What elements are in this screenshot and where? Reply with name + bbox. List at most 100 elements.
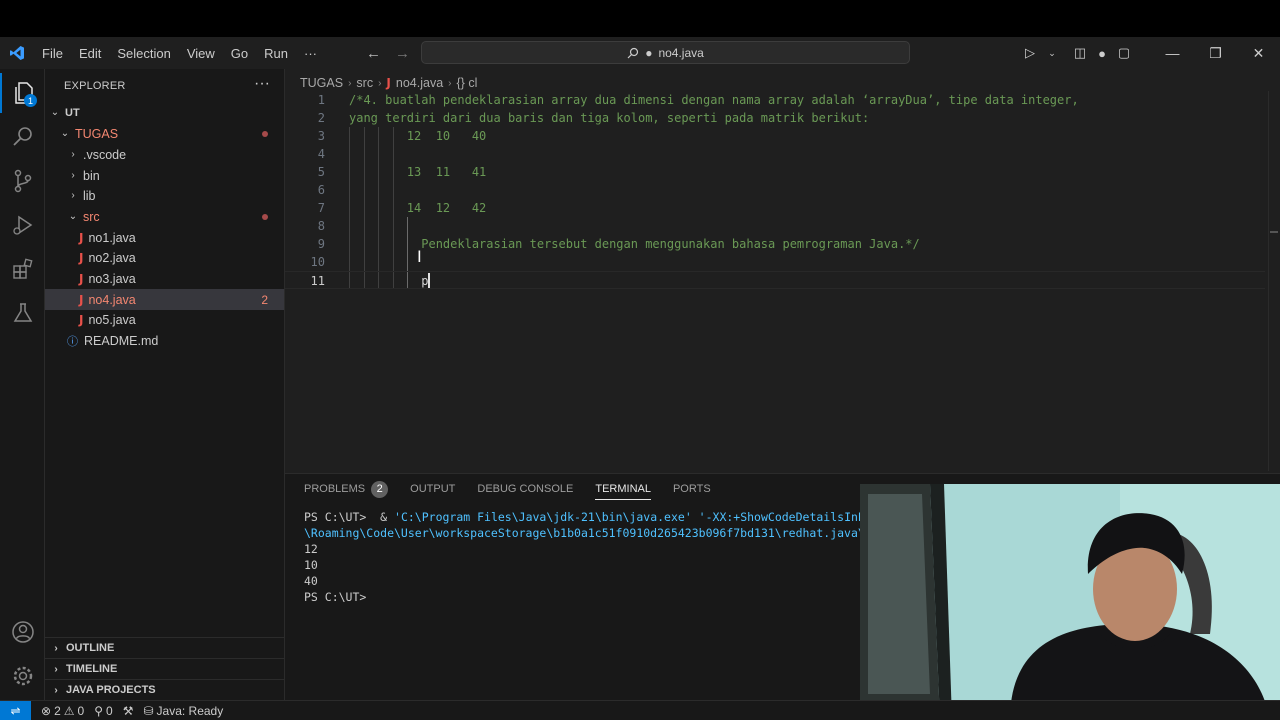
status-build[interactable]: ⚒ xyxy=(123,704,134,718)
file-no4[interactable]: J no4.java 2 xyxy=(45,289,284,310)
timeline-section[interactable]: › TIMELINE xyxy=(45,658,284,679)
restore-icon[interactable]: ❐ xyxy=(1194,45,1237,62)
file-no1[interactable]: J no1.java xyxy=(45,227,284,248)
folder-tugas-label: TUGAS xyxy=(75,126,119,141)
folder-lib[interactable]: › lib xyxy=(45,185,284,206)
line-text: Pendeklarasian tersebut dengan menggunak… xyxy=(349,237,920,251)
menu-view[interactable]: View xyxy=(179,46,223,61)
line-text: yang terdiri dari dua baris dan tiga kol… xyxy=(349,111,870,125)
video-letterbox xyxy=(0,0,1280,37)
file-no5[interactable]: J no5.java xyxy=(45,309,284,330)
ports-count: 0 xyxy=(106,703,113,718)
explorer-sidebar: EXPLORER ··· ⌄ UT ⌄ TUGAS › .vscode › bi… xyxy=(45,69,285,700)
explorer-title: EXPLORER xyxy=(64,80,126,92)
tab-debug-console[interactable]: DEBUG CONSOLE xyxy=(477,483,573,499)
workspace-root[interactable]: ⌄ UT xyxy=(45,102,284,123)
status-ports[interactable]: ⚲ 0 xyxy=(94,704,112,718)
file-no5-label: no5.java xyxy=(88,312,136,327)
menu-go[interactable]: Go xyxy=(223,46,256,61)
menu-more[interactable]: ··· xyxy=(296,46,325,61)
code-lines[interactable]: 1 /*4. buatlah pendeklarasian array dua d… xyxy=(285,91,1280,471)
outline-section[interactable]: › OUTLINE xyxy=(45,637,284,658)
code-editor[interactable]: TUGAS › src › J no4.java › {} cl 1 /*4. b… xyxy=(285,69,1280,473)
settings-gear-icon[interactable] xyxy=(0,656,45,696)
line-number: 3 xyxy=(317,129,325,143)
activity-bar: 1 xyxy=(0,69,45,700)
problems-badge: 2 xyxy=(371,480,389,498)
menu-file[interactable]: File xyxy=(34,46,71,61)
file-no3[interactable]: J no3.java xyxy=(45,268,284,289)
modified-dot xyxy=(262,130,268,137)
line-number: 4 xyxy=(317,147,325,161)
tab-output-label: OUTPUT xyxy=(410,483,456,495)
status-problems[interactable]: ⊗ 2 ⚠ 0 xyxy=(41,704,84,718)
folder-bin[interactable]: › bin xyxy=(45,165,284,186)
source-control-icon[interactable] xyxy=(0,161,45,201)
extensions-icon[interactable] xyxy=(0,249,45,289)
java-file-icon: J xyxy=(386,76,391,90)
menu-edit[interactable]: Edit xyxy=(71,46,109,61)
back-arrow-icon[interactable]: ← xyxy=(366,45,381,62)
warning-count: 0 xyxy=(77,703,85,718)
menu-selection[interactable]: Selection xyxy=(109,46,178,61)
breadcrumb-file[interactable]: no4.java xyxy=(396,76,443,90)
split-editor-icon[interactable]: ◫ xyxy=(1069,45,1091,61)
explorer-activity-icon[interactable]: 1 xyxy=(0,73,45,113)
layout-icon[interactable]: ▢ xyxy=(1113,45,1135,61)
current-line: 11 p xyxy=(285,271,1265,289)
run-icon[interactable]: ▷ xyxy=(1019,45,1041,61)
tab-output[interactable]: OUTPUT xyxy=(410,483,455,499)
terminal-prompt: PS C:\UT> xyxy=(304,510,374,524)
testing-icon[interactable] xyxy=(0,293,45,333)
java-file-icon: J xyxy=(79,250,84,265)
remote-indicator-icon[interactable]: ⇌ xyxy=(0,700,31,720)
file-readme-label: README.md xyxy=(84,333,159,348)
line-number: 1 xyxy=(317,93,325,107)
tab-terminal[interactable]: TERMINAL xyxy=(595,483,651,500)
terminal-command-line: PS C:\UT> & 'C:\Program Files\Java\jdk-2… xyxy=(304,509,860,525)
chevron-down-icon: ⌄ xyxy=(60,128,70,139)
account-icon[interactable] xyxy=(0,612,45,652)
close-window-icon[interactable]: ✕ xyxy=(1237,45,1280,62)
text-caret xyxy=(428,273,430,288)
status-java[interactable]: ⛁ Java: Ready xyxy=(143,704,223,718)
run-dropdown-chevron-icon[interactable]: ⌄ xyxy=(1041,48,1063,59)
code-line: 6 xyxy=(285,181,1265,199)
info-icon: ⓘ xyxy=(67,335,78,348)
run-debug-icon[interactable] xyxy=(0,205,45,245)
more-actions-icon[interactable]: ··· xyxy=(254,75,270,93)
search-activity-icon[interactable] xyxy=(0,117,45,157)
breadcrumb: TUGAS › src › J no4.java › {} cl xyxy=(300,73,477,93)
forward-arrow-icon[interactable]: → xyxy=(395,45,410,62)
minimize-icon[interactable]: — xyxy=(1151,45,1194,61)
line-text: 13 11 41 xyxy=(349,165,487,179)
tab-ports[interactable]: PORTS xyxy=(673,483,711,499)
java-projects-section[interactable]: › JAVA PROJECTS xyxy=(45,679,284,700)
breadcrumb-tugas[interactable]: TUGAS xyxy=(300,76,343,90)
scrollbar-thumb[interactable] xyxy=(1270,231,1278,233)
terminal-output[interactable]: PS C:\UT> & 'C:\Program Files\Java\jdk-2… xyxy=(304,509,860,605)
chevron-right-icon: › xyxy=(448,77,452,89)
terminal-arg: '-XX:+ShowCodeDetailsInExcep xyxy=(698,510,860,524)
outline-label: OUTLINE xyxy=(66,642,115,654)
breadcrumb-symbol[interactable]: {} cl xyxy=(457,76,478,90)
line-number: 2 xyxy=(317,111,325,125)
timeline-label: TIMELINE xyxy=(66,663,118,675)
folder-src[interactable]: ⌄ src xyxy=(45,206,284,227)
tab-problems[interactable]: PROBLEMS 2 xyxy=(304,480,389,502)
folder-tugas[interactable]: ⌄ TUGAS xyxy=(45,123,284,144)
editor-scrollbar[interactable] xyxy=(1268,91,1280,471)
file-no2[interactable]: J no2.java xyxy=(45,247,284,268)
folder-vscode[interactable]: › .vscode xyxy=(45,144,284,165)
line-text: 14 12 42 xyxy=(349,201,487,215)
file-readme[interactable]: ⓘ README.md xyxy=(45,330,284,351)
code-line: 8 xyxy=(285,217,1265,235)
breadcrumb-src[interactable]: src xyxy=(356,76,373,90)
modified-dot xyxy=(262,213,268,220)
workspace-root-label: UT xyxy=(65,106,80,119)
command-center-search[interactable]: ● no4.java xyxy=(421,41,910,64)
terminal-prompt: PS C:\UT> xyxy=(304,590,367,604)
menu-run[interactable]: Run xyxy=(256,46,296,61)
code-line: 3 12 10 40 xyxy=(285,127,1265,145)
line-number: 11 xyxy=(310,274,325,288)
